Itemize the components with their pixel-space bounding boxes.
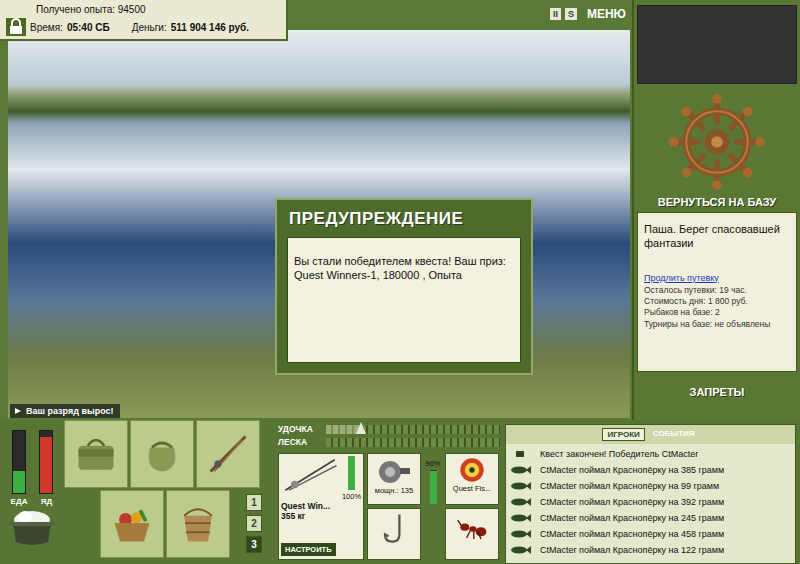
page-button[interactable]: 1: [246, 494, 262, 511]
inventory-panel: ЕДА ЯД 1 2 3: [0, 420, 275, 564]
fish-icon: [510, 497, 532, 507]
fish-icon: [510, 513, 532, 523]
bag-tile[interactable]: [64, 420, 128, 488]
line-slot[interactable]: Quest Fis...: [445, 453, 499, 505]
page-buttons: 1 2 3: [246, 494, 262, 558]
money: 511 904 146 руб.: [171, 22, 249, 33]
time-label: Время:: [30, 22, 63, 33]
rods-tile[interactable]: [196, 420, 260, 488]
rods-icon: [205, 431, 251, 477]
fish-icon: [510, 545, 532, 555]
return-to-base[interactable]: ВЕРНУТЬСЯ НА БАЗУ: [658, 190, 776, 212]
pot-icon[interactable]: [7, 508, 57, 548]
fish-icon: [510, 481, 532, 491]
marker-icon: [356, 422, 366, 434]
page-button[interactable]: 3: [246, 536, 262, 553]
arrow-icon: [14, 407, 22, 415]
log-entry: CtMacter поймал Краснопёрку на 392 грамм: [510, 494, 791, 510]
rod-weight: 355 кг: [281, 511, 305, 521]
tackle-panel: УДОЧКА ЛЕСКА 100% Quest Win... 355 кг НА…: [275, 420, 503, 564]
game-screen: Получено опыта: 94500 Время: 05:40 СБ Де…: [0, 0, 800, 564]
log-entry: CtMacter поймал Краснопёрку на 99 грамм: [510, 478, 791, 494]
fish-icon: [510, 465, 532, 475]
meter: ЕДА: [11, 430, 28, 506]
rod-icon: [281, 456, 339, 494]
ad-box: [637, 5, 797, 84]
event-icon: [510, 449, 532, 459]
tension-bar: ЛЕСКА: [278, 437, 500, 447]
top-button[interactable]: МЕНЮ: [587, 7, 626, 21]
top-button[interactable]: II: [550, 8, 561, 20]
log-panel: ИГРОКИ СОБЫТИЯ Квест закончен! Победитель…: [505, 424, 796, 564]
location: Паша. Берег спасовавшей фантазии: [644, 223, 790, 251]
reel-icon: [374, 456, 414, 486]
lock-icon[interactable]: [6, 18, 26, 36]
rank-notice: Ваш разряд вырос!: [10, 404, 120, 418]
info-line: Рыбаков на базе: 2: [644, 307, 790, 318]
bucket-icon: [175, 501, 221, 547]
setup-button[interactable]: НАСТРОИТЬ: [281, 543, 336, 556]
food-tile[interactable]: [100, 490, 164, 558]
fish-icon: [510, 529, 532, 539]
sack-tile[interactable]: [130, 420, 194, 488]
info-line: Стоимость дня: 1 800 руб.: [644, 296, 790, 307]
rod-name: Quest Win...: [281, 501, 330, 511]
extend-link[interactable]: Продлить путевку: [644, 273, 790, 283]
top-buttons: II S МЕНЮ: [550, 7, 626, 21]
info-line: Турниры на базе: не объявлены: [644, 319, 790, 330]
log-tab[interactable]: ИГРОКИ: [602, 428, 644, 441]
scene: Получено опыта: 94500 Время: 05:40 СБ Де…: [0, 0, 632, 420]
ant-bait-icon: [454, 511, 490, 547]
log-entry: CtMacter поймал Краснопёрку на 385 грамм: [510, 462, 791, 478]
sidebar: ВЕРНУТЬСЯ НА БАЗУ Паша. Берег спасовавше…: [632, 0, 800, 420]
reel-slot[interactable]: мощн.: 135: [367, 453, 421, 505]
log-entry: CtMacter поймал Краснопёрку на 122 грамм: [510, 542, 791, 558]
ship-wheel-icon[interactable]: [669, 94, 765, 190]
time: 05:40 СБ: [67, 22, 110, 33]
warning-dialog: ПРЕДУПРЕЖДЕНИЕ Вы стали победителем квес…: [275, 198, 533, 375]
rod-slot[interactable]: 100% Quest Win... 355 кг НАСТРОИТЬ: [278, 453, 364, 560]
bucket-tile[interactable]: [166, 490, 230, 558]
log-entry: Квест закончен! Победитель CtMacter: [510, 446, 791, 462]
log-tab[interactable]: СОБЫТИЯ: [649, 428, 699, 441]
log-entry: CtMacter поймал Краснопёрку на 245 грамм: [510, 510, 791, 526]
base-info: Паша. Берег спасовавшей фантазии Продлит…: [637, 212, 797, 372]
food-basket-icon: [109, 501, 155, 547]
line-spool-icon: [454, 456, 490, 484]
top-button[interactable]: S: [565, 8, 577, 20]
reel-condition: 96%: [424, 453, 442, 560]
bag-icon: [73, 431, 119, 477]
page-button[interactable]: 2: [246, 515, 262, 532]
hook-slot[interactable]: [367, 508, 421, 560]
info-line: Осталось путевки: 19 час.: [644, 285, 790, 296]
dialog-title: ПРЕДУПРЕЖДЕНИЕ: [277, 200, 531, 237]
meter: ЯД: [39, 430, 53, 506]
tension-bar: УДОЧКА: [278, 424, 500, 434]
dialog-message: Вы стали победителем квеста! Ваш приз: Q…: [287, 237, 521, 363]
experience: Получено опыта: 94500: [6, 4, 282, 15]
money-label: Деньги:: [132, 22, 167, 33]
status-panel: Получено опыта: 94500 Время: 05:40 СБ Де…: [0, 0, 288, 41]
bait-slot[interactable]: [445, 508, 499, 560]
hook-icon: [376, 511, 412, 547]
sack-icon: [139, 431, 185, 477]
bans-button[interactable]: ЗАПРЕТЫ: [690, 380, 745, 402]
log-entry: CtMacter поймал Краснопёрку на 458 грамм: [510, 526, 791, 542]
